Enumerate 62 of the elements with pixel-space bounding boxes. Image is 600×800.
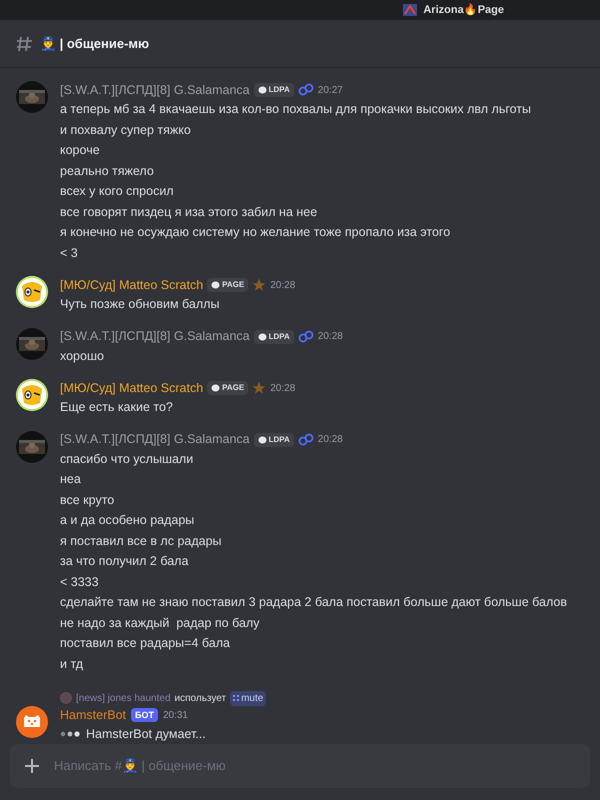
hamster-avatar-icon — [16, 706, 48, 738]
message-text: хорошо — [60, 348, 105, 365]
message-text: я поставил все в лс радары — [60, 532, 223, 550]
username[interactable]: [МЮ/Суд] Matteo Scratch — [60, 276, 204, 294]
handcuffs-icon — [298, 330, 314, 344]
message-text: и похвалу супер тяжко — [60, 122, 192, 139]
message-text: все говорят пиздец я иза этого забил на нее — [60, 204, 318, 221]
message-text: Чуть позже обновим баллы — [60, 296, 220, 313]
message-text: < 3 — [60, 244, 79, 262]
reply-action: использует — [174, 692, 226, 706]
command-mention[interactable]: mute — [230, 690, 266, 706]
avatar-icon — [16, 276, 48, 308]
add-icon[interactable] — [24, 758, 40, 774]
message-text: неа — [60, 471, 82, 488]
username[interactable]: [S.W.A.T.][ЛСПД][8] G.Salamanca — [60, 430, 250, 449]
server-tag: PAGE — [207, 381, 248, 395]
typing-dots-icon — [60, 731, 80, 737]
server-name: Arizona🔥Page — [423, 2, 504, 18]
handcuffs-icon — [298, 83, 314, 97]
timestamp: 20:28 — [318, 330, 343, 344]
username[interactable]: [МЮ/Суд] Matteo Scratch — [60, 378, 204, 398]
channel-title: 👮 | общение-мю — [40, 34, 150, 53]
username[interactable]: [S.W.A.T.][ЛСПД][8] G.Salamanca — [60, 327, 250, 346]
message-text: реально тяжело — [60, 162, 155, 180]
typing-text: HamsterBot думает... — [86, 726, 206, 743]
server-tag: LDPA — [254, 83, 294, 97]
channel-hash-icon — [16, 34, 34, 52]
server-tag: PAGE — [207, 278, 248, 292]
message-text: спасибо что услышали — [60, 450, 194, 468]
message-text: все круто — [60, 492, 116, 509]
timestamp: 20:28 — [270, 382, 296, 396]
message-text: Еще есть какие то? — [60, 399, 174, 416]
handcuffs-icon — [298, 432, 314, 446]
message-text: я конечно не осуждаю систему но желание тоже пропало иза этого — [60, 224, 452, 241]
message-text: < 3333 — [60, 574, 100, 590]
star-icon — [252, 381, 266, 395]
timestamp: 20:27 — [318, 84, 343, 98]
message-text: сделайте там не знаю поставил 3 радара 2 бала поставил больше дают больше балов — [60, 594, 567, 611]
message-text: поставил все радары=4 бала — [60, 635, 231, 652]
command-icon — [233, 695, 240, 701]
message-text: а и да особено радары — [60, 512, 196, 529]
message-text: а теперь мб за 4 вкачаешь иза кол-во похвалы для прокачки высоких лвл льготы — [60, 101, 532, 118]
message-text: короче — [60, 142, 101, 159]
message-text: за что получил 2 бала — [60, 553, 190, 570]
user-avatar-icon — [60, 692, 72, 704]
reply-username[interactable]: [news] jones haunted — [76, 690, 171, 706]
message-input[interactable]: Написать #👮 | общение-мю — [54, 756, 590, 776]
star-icon — [252, 278, 266, 292]
server-icon — [403, 4, 418, 16]
message-text: и тд — [60, 656, 84, 672]
message-text: всех у кого спросил — [60, 183, 175, 200]
avatar-icon — [16, 379, 48, 411]
username[interactable]: [S.W.A.T.][ЛСПД][8] G.Salamanca — [60, 80, 250, 100]
bot-tag: БОТ — [131, 708, 158, 722]
message-text: не надо за каждый радар по балу — [60, 614, 260, 632]
timestamp: 20:28 — [270, 278, 296, 292]
timestamp: 20:28 — [318, 433, 343, 447]
message-field[interactable]: Написать #👮 | общение-мю — [10, 744, 590, 788]
server-tag: LDPA — [254, 432, 294, 446]
username[interactable]: HamsterBot — [60, 706, 126, 724]
timestamp: 20:31 — [162, 708, 188, 722]
server-tag: LDPA — [254, 330, 294, 344]
